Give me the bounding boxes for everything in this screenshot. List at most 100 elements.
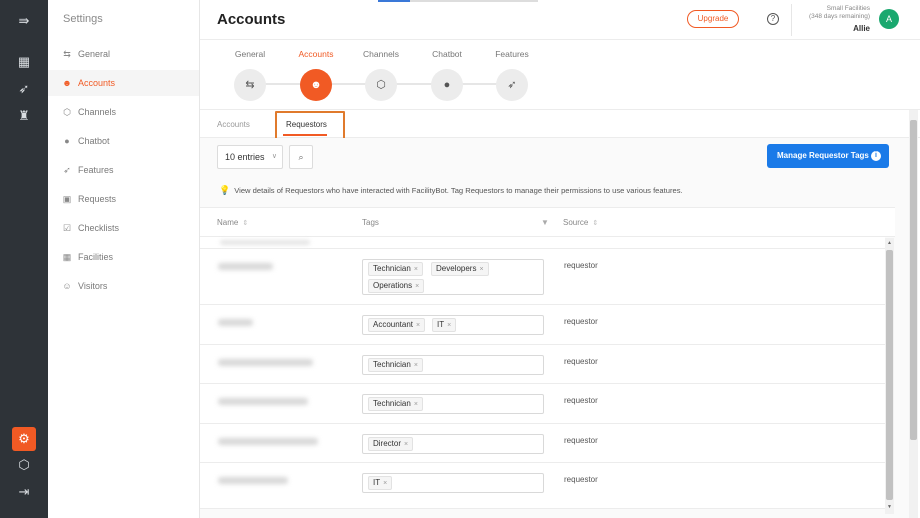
step-label: General (234, 49, 266, 59)
sidebar-item-chatbot[interactable]: ● Chatbot (48, 128, 199, 154)
remove-tag-icon[interactable]: × (414, 401, 418, 408)
remove-tag-icon[interactable]: × (414, 362, 418, 369)
sidebar-item-label: Accounts (78, 78, 116, 88)
tags-input[interactable]: Technician × Developers × Operations × (362, 259, 544, 295)
sidebar-item-features[interactable]: ➶ Features (48, 157, 199, 183)
help-icon[interactable]: ? (767, 13, 779, 25)
header-divider (791, 4, 792, 36)
sidebar-item-checklists[interactable]: ☑ Checklists (48, 215, 199, 241)
sidebar-item-requests[interactable]: ▣ Requests (48, 186, 199, 212)
step-features-icon: ➶ (496, 69, 528, 101)
step-label: Channels (363, 49, 399, 59)
table-row: Director × requestor (200, 424, 885, 463)
table-header: Name ⇕ Tags ▼ Source ⇕ (200, 207, 895, 237)
tags-input[interactable]: IT × (362, 473, 544, 493)
sidebar-item-general[interactable]: ⇆ General (48, 41, 199, 67)
tags-input[interactable]: Accountant × IT × (362, 315, 544, 335)
column-header-name[interactable]: Name ⇕ (217, 218, 248, 227)
source-cell: requestor (564, 436, 598, 445)
upgrade-button[interactable]: Upgrade (687, 10, 739, 28)
step-chatbot-icon: ● (431, 69, 463, 101)
redacted-name (218, 477, 288, 484)
remove-tag-icon[interactable]: × (447, 322, 451, 329)
tag-label: Developers (436, 264, 477, 273)
avatar[interactable]: A (879, 9, 899, 29)
user-name: Allie (853, 24, 870, 33)
remove-tag-icon[interactable]: × (414, 266, 418, 273)
tags-input[interactable]: Technician × (362, 394, 544, 414)
tag-chip: IT × (432, 318, 457, 332)
remove-tag-icon[interactable]: × (415, 283, 419, 290)
step-channels[interactable]: Channels ⬡ (356, 40, 406, 101)
table-row: IT × requestor (200, 463, 885, 509)
accounts-icon: ☻ (62, 78, 72, 88)
column-header-source[interactable]: Source ⇕ (563, 218, 598, 227)
step-label: Accounts (298, 49, 334, 59)
entries-select[interactable]: 10 entries ∨ (217, 145, 283, 169)
app-rail: ⇛ ▦ ➶ ♜ ⚙ ⬡ ⇥ (0, 0, 48, 518)
loading-bar (378, 0, 538, 2)
tag-chip: Technician × (368, 397, 423, 411)
step-label: Features (495, 49, 529, 59)
tag-label: Technician (373, 399, 411, 408)
redacted-name (218, 263, 273, 270)
tag-label: Technician (373, 264, 411, 273)
tag-label: IT (373, 478, 381, 487)
sidebar-toggle-icon[interactable]: ⇛ (14, 11, 34, 31)
column-label: Name (217, 218, 239, 227)
filter-icon[interactable]: ▼ (541, 218, 549, 227)
page-scrollbar[interactable] (909, 110, 918, 518)
tag-chip: Developers × (431, 262, 489, 276)
manage-requestor-tags-button[interactable]: Manage Requestor Tags i (767, 144, 889, 168)
remove-tag-icon[interactable]: × (479, 266, 483, 273)
sidebar-item-visitors[interactable]: ☺ Visitors (48, 273, 199, 299)
sort-icon: ⇕ (242, 220, 249, 227)
redacted-name (218, 438, 318, 445)
page-scrollbar-thumb[interactable] (910, 120, 917, 440)
step-accounts[interactable]: Accounts ☻ (291, 40, 341, 101)
scroll-up-icon[interactable]: ▲ (887, 240, 892, 246)
tag-chip: Accountant × (368, 318, 426, 332)
dashboard-icon[interactable]: ▦ (14, 52, 34, 72)
sidebar-item-accounts[interactable]: ☻ Accounts (48, 70, 199, 96)
logout-icon[interactable]: ⇥ (14, 482, 34, 502)
column-header-tags: Tags (362, 218, 379, 227)
redacted-name (218, 398, 308, 405)
scroll-down-icon[interactable]: ▼ (887, 504, 892, 510)
manage-button-label: Manage Requestor Tags (777, 151, 869, 160)
sidebar-item-facilities[interactable]: ▦ Facilities (48, 244, 199, 270)
tag-label: Operations (373, 281, 413, 290)
sidebar-item-label: Checklists (78, 223, 120, 233)
sidebar-item-channels[interactable]: ⬡ Channels (48, 99, 199, 125)
remove-tag-icon[interactable]: × (383, 480, 387, 487)
tags-input[interactable]: Technician × (362, 355, 544, 375)
tag-chip: Technician × (368, 262, 423, 276)
org-chart-icon[interactable]: ♜ (14, 106, 34, 126)
gear-icon[interactable]: ⚙ (12, 427, 36, 451)
page-header: Accounts Upgrade ? Small Facilities (348… (200, 0, 920, 40)
table-scrollbar-thumb[interactable] (886, 250, 893, 500)
tag-label: Director (373, 439, 402, 448)
redacted-name (220, 240, 310, 245)
step-general-icon: ⇆ (234, 69, 266, 101)
step-general[interactable]: General ⇆ (225, 40, 275, 101)
chevron-down-icon: ∨ (271, 153, 277, 160)
settings-sidebar: Settings ⇆ General ☻ Accounts ⬡ Channels ● Chat… (48, 0, 200, 518)
remove-tag-icon[interactable]: × (404, 441, 408, 448)
step-chatbot[interactable]: Chatbot ● (422, 40, 472, 101)
tab-accounts[interactable]: Accounts (217, 120, 250, 129)
source-cell: requestor (564, 357, 598, 366)
sliders-icon: ⇆ (63, 49, 71, 59)
tags-input[interactable]: Director × (362, 434, 544, 454)
remove-tag-icon[interactable]: × (416, 322, 420, 329)
requestors-tab-highlight (275, 111, 345, 141)
step-accounts-icon: ☻ (300, 69, 332, 101)
cube-icon[interactable]: ⬡ (14, 455, 34, 475)
step-features[interactable]: Features ➶ (487, 40, 537, 101)
org-info: Small Facilities (348 days remaining) (809, 5, 870, 21)
search-button[interactable]: ⌕ (289, 145, 313, 169)
source-cell: requestor (564, 396, 598, 405)
entries-value: 10 entries (225, 152, 265, 162)
table-scrollbar[interactable]: ▲ ▼ (885, 238, 894, 514)
rocket-icon[interactable]: ➶ (14, 79, 34, 99)
